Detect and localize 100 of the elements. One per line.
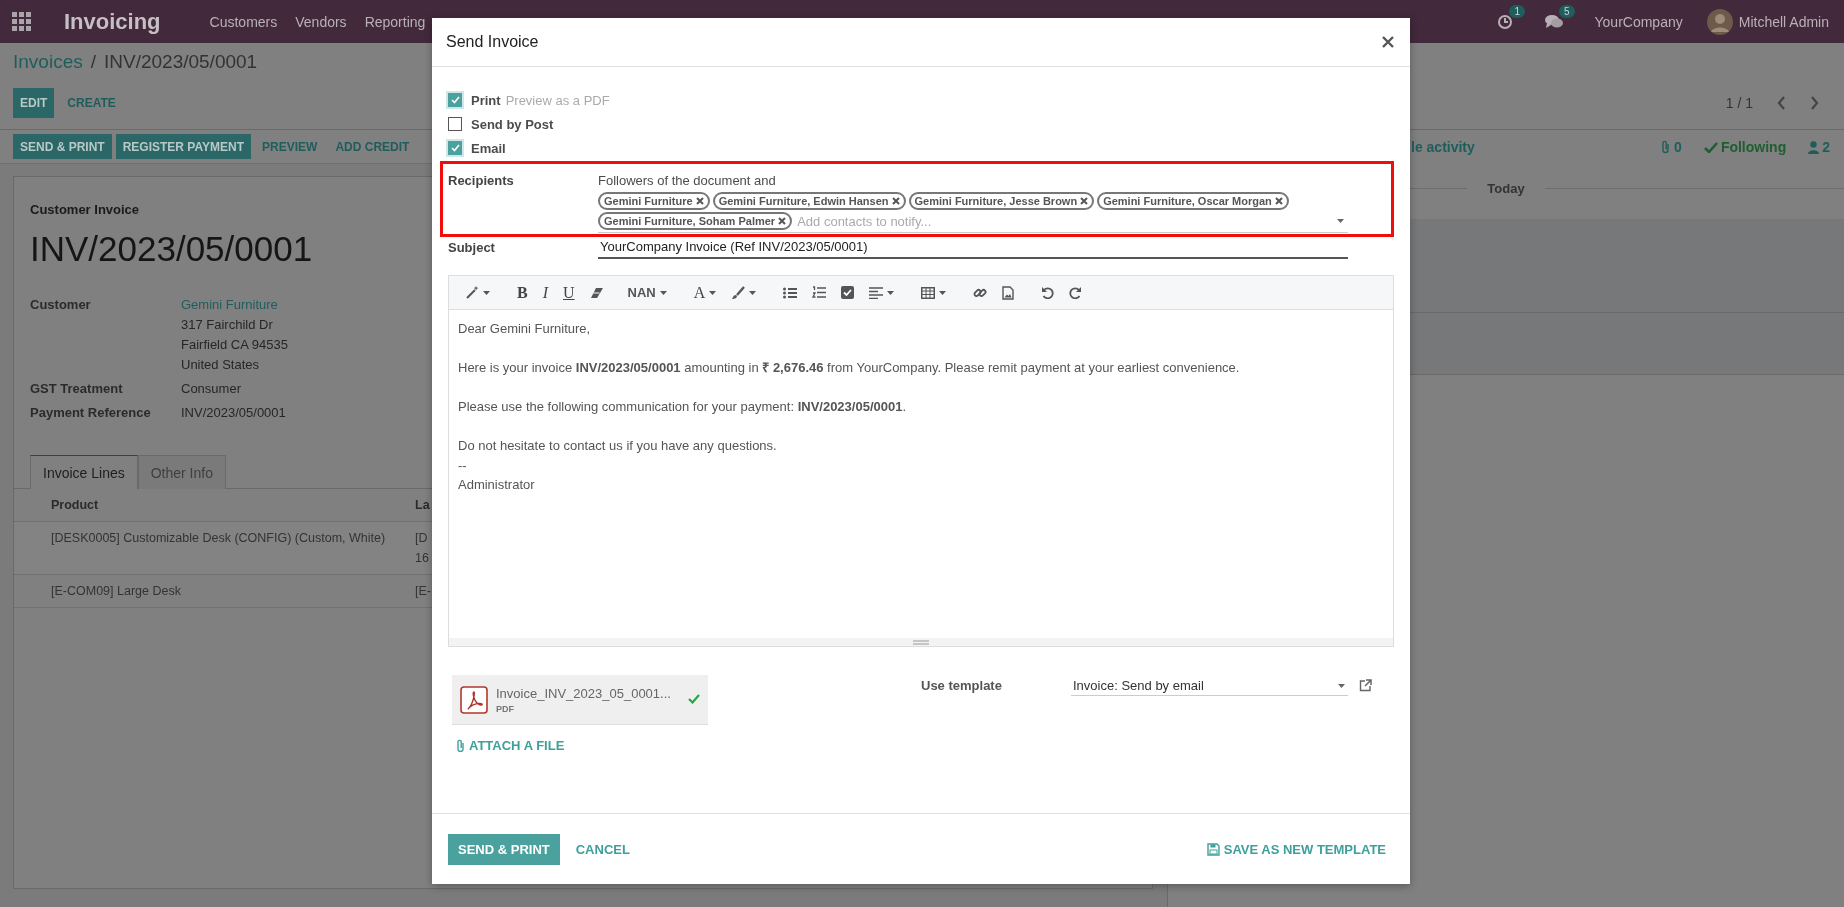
external-link-icon[interactable] <box>1359 679 1372 692</box>
field-value: INV/2023/05/0001 <box>181 404 286 422</box>
email-paragraph: Please use the following communication for your payment: INV/2023/05/0001. <box>458 398 908 416</box>
undo-icon[interactable] <box>1041 286 1055 299</box>
caret-icon <box>659 290 667 295</box>
caret-icon <box>483 290 490 295</box>
check-icon <box>1703 141 1718 153</box>
checklist-icon[interactable] <box>841 286 855 299</box>
field-label: Use template <box>921 677 1003 695</box>
address-line: Fairfield CA 94535 <box>181 336 288 354</box>
field-label: Subject <box>448 239 496 257</box>
image-icon[interactable] <box>1002 285 1015 300</box>
remove-icon[interactable] <box>1274 197 1283 205</box>
eraser-icon[interactable] <box>589 286 604 299</box>
invoice-number: INV/2023/05/0001 <box>30 229 313 269</box>
apps-menu-icon[interactable] <box>12 11 32 32</box>
check-icon <box>688 694 700 704</box>
table-cell-text: [E- <box>415 583 431 600</box>
column-header: Product <box>51 497 99 514</box>
cancel-button[interactable]: CANCEL <box>565 833 640 865</box>
checkbox[interactable] <box>448 117 462 131</box>
checkbox[interactable] <box>448 93 462 107</box>
font-size-button[interactable]: NAN <box>627 285 667 300</box>
save-template-button[interactable]: SAVE AS NEW TEMPLATE <box>1206 841 1394 857</box>
contacts-input[interactable]: Add contacts to notify... <box>797 213 1348 229</box>
close-icon[interactable] <box>1382 36 1394 48</box>
email-paragraph: Here is your invoice INV/2023/05/0001 amounting in ₹ 2,676.46 from YourCompany. Please remit payment at your earliest convenience. <box>458 359 1241 377</box>
paperclip-icon <box>1661 140 1672 154</box>
italic-button[interactable]: I <box>542 283 548 302</box>
menu-item[interactable]: Vendors <box>286 13 356 30</box>
app-title: Invoicing <box>64 8 161 35</box>
notification-badge: 1 <box>1509 4 1525 18</box>
option-hint: Preview as a PDF <box>505 92 610 108</box>
subject-field[interactable]: YourCompany Invoice (Ref INV/2023/05/0001) <box>598 237 1348 259</box>
attach-file-link[interactable]: ATTACH A FILE <box>456 738 565 753</box>
highlight-button[interactable] <box>731 285 757 300</box>
option-label: Email <box>471 140 506 156</box>
recipient-tag[interactable]: Gemini Furniture, Oscar Morgan <box>1097 192 1289 210</box>
email-paragraph: Dear Gemini Furniture, <box>458 320 592 338</box>
table-cell-text: [DESK0005] Customizable Desk (CONFIG) (Custom, White) <box>51 530 386 547</box>
caret-icon <box>1337 219 1344 223</box>
remove-icon[interactable] <box>1080 197 1089 205</box>
document-type: Customer Invoice <box>30 201 140 219</box>
chat-icon[interactable] <box>1544 14 1563 29</box>
recipient-tag[interactable]: Gemini Furniture <box>598 192 710 210</box>
recipient-tag[interactable]: Gemini Furniture, Jesse Brown <box>908 192 1095 210</box>
pdf-file-icon <box>460 685 488 714</box>
avatar-icon[interactable] <box>1706 8 1733 35</box>
caret-icon <box>709 290 717 295</box>
user-icon <box>1808 140 1820 154</box>
pager-counter: 1 / 1 <box>1725 95 1753 111</box>
tab[interactable]: Invoice Lines <box>30 455 138 489</box>
previous-icon[interactable] <box>1777 96 1786 110</box>
breadcrumb-current: INV/2023/05/0001 <box>104 50 258 73</box>
company-switcher[interactable]: YourCompany <box>1594 13 1683 30</box>
caret-icon <box>749 290 757 295</box>
bold-button[interactable]: B <box>517 283 528 302</box>
attachment-card[interactable]: Invoice_INV_2023_05_0001... PDF <box>452 675 708 725</box>
menu-item[interactable]: Reporting <box>355 13 435 30</box>
clock-icon[interactable] <box>1497 13 1514 30</box>
column-header: La <box>415 497 430 514</box>
table-button[interactable] <box>921 286 947 299</box>
resize-handle[interactable] <box>913 639 929 645</box>
font-color-button[interactable]: A <box>693 283 717 302</box>
address-line: 317 Fairchild Dr <box>181 316 273 334</box>
remove-icon[interactable] <box>778 217 787 225</box>
action-button[interactable]: REGISTER PAYMENT <box>115 134 252 159</box>
redo-icon[interactable] <box>1069 286 1083 299</box>
field-label: Payment Reference <box>30 404 152 422</box>
remove-icon[interactable] <box>695 197 704 205</box>
tab[interactable]: Other Info <box>137 455 226 489</box>
paperclip-icon <box>456 739 466 752</box>
table-cell-text: [D 16 <box>415 530 429 567</box>
address-line: United States <box>181 356 260 374</box>
align-icon <box>869 286 884 299</box>
next-icon[interactable] <box>1810 96 1819 110</box>
recipient-tag[interactable]: Gemini Furniture, Edwin Hansen <box>712 192 906 210</box>
template-select[interactable]: Invoice: Send by email <box>1071 677 1348 696</box>
bullet-list-icon[interactable] <box>783 286 798 299</box>
file-name: Invoice_INV_2023_05_0001... <box>496 685 671 701</box>
checkbox[interactable] <box>448 141 462 155</box>
action-button[interactable]: EDIT <box>13 88 55 118</box>
underline-button[interactable]: U <box>563 283 575 302</box>
user-menu[interactable]: Mitchell Admin <box>1738 13 1829 30</box>
align-button[interactable] <box>869 286 895 299</box>
numbered-list-icon[interactable] <box>812 286 827 299</box>
notification-badge: 5 <box>1558 5 1575 18</box>
option-label: Send by Post <box>471 116 554 132</box>
style-button[interactable] <box>466 286 490 299</box>
file-type: PDF <box>496 703 515 714</box>
send-button[interactable]: SEND & PRINT <box>448 833 560 865</box>
menu-item[interactable]: Customers <box>200 13 287 30</box>
table-cell-text: [E-COM09] Large Desk <box>51 583 181 600</box>
dialog-title: Send Invoice <box>446 33 539 51</box>
breadcrumb-separator: / <box>90 50 96 73</box>
remove-icon[interactable] <box>891 197 900 205</box>
recipient-tag[interactable]: Gemini Furniture, Soham Palmer <box>598 212 793 230</box>
field-value: Consumer <box>181 380 241 398</box>
caret-icon <box>939 290 947 295</box>
action-button[interactable]: SEND & PRINT <box>13 134 112 159</box>
